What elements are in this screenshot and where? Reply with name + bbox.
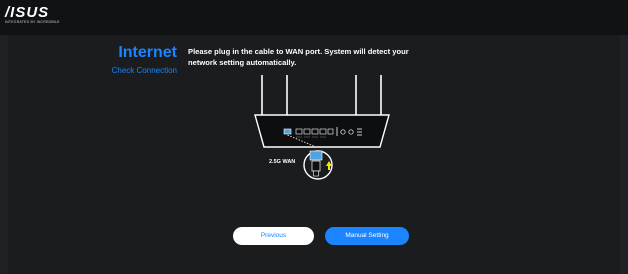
router-illustration — [254, 75, 390, 180]
top-bar: /ISUS INTEGRATED BY INCREDIBLE — [0, 0, 628, 35]
manual-setting-button[interactable]: Manual Setting — [325, 227, 409, 245]
wan-port-label: 2.5G WAN — [269, 159, 296, 165]
step-subtitle: Check Connection — [111, 66, 177, 75]
brand-tagline: INTEGRATED BY INCREDIBLE — [5, 20, 60, 24]
step-title: Internet — [118, 44, 177, 61]
router-icon — [254, 75, 390, 148]
brand-logo: /ISUS INTEGRATED BY INCREDIBLE — [5, 5, 65, 29]
previous-button[interactable]: Previous — [233, 227, 314, 245]
brand-name: /ISUS — [5, 4, 50, 21]
instruction-text: Please plug in the cable to WAN port. Sy… — [188, 47, 409, 67]
